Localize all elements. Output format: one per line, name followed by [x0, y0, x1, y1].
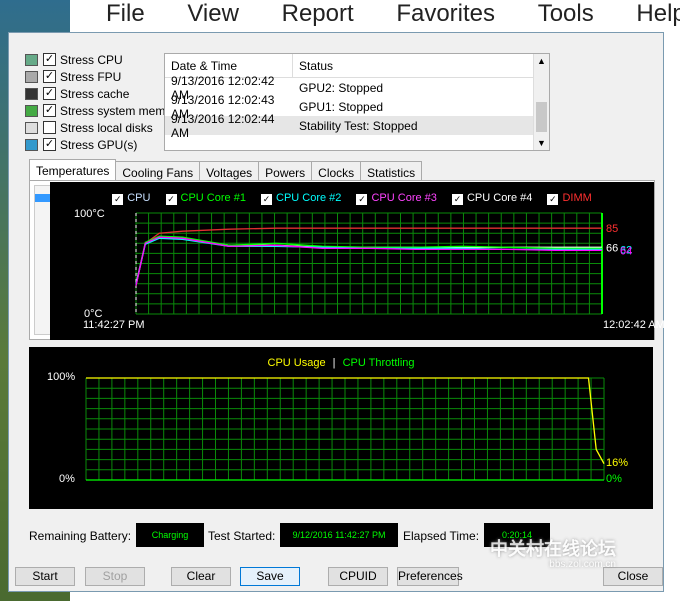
stress-cache-checkbox[interactable]: ✓: [43, 87, 56, 100]
tab-cooling-fans[interactable]: Cooling Fans: [115, 161, 201, 181]
log-status: Stability Test: Stopped: [299, 118, 418, 133]
test-started-value: 9/12/2016 11:42:27 PM: [280, 523, 398, 547]
cpu-usage-chart: CPU Usage | CPU Throttling 100% 0% 16% 0…: [29, 347, 653, 509]
disk-icon: [25, 121, 38, 134]
preferences-button[interactable]: Preferences: [397, 567, 463, 586]
tab-powers[interactable]: Powers: [258, 161, 313, 181]
log-col-status[interactable]: Status: [293, 54, 339, 77]
save-button[interactable]: Save: [240, 567, 300, 586]
stress-disks-label: Stress local disks: [60, 120, 153, 135]
stress-disks-option[interactable]: Stress local disks: [25, 119, 165, 136]
test-started-label: Test Started:: [208, 529, 276, 543]
stress-cpu-option[interactable]: ✓ Stress CPU: [25, 51, 165, 68]
temp-ymax-label: 100°C: [74, 208, 105, 220]
temperature-plot: 8566 6264: [135, 212, 632, 315]
bg-menu-favorites: Favorites: [396, 0, 496, 27]
cpuid-button[interactable]: CPUID: [328, 567, 388, 586]
sensor-tree-selection[interactable]: [35, 194, 51, 202]
bg-menu-file: File: [106, 0, 145, 27]
background-window-edge: [662, 32, 680, 592]
scroll-up-icon[interactable]: ▲: [537, 56, 546, 66]
tab-clocks[interactable]: Clocks: [311, 161, 362, 181]
stress-cache-option[interactable]: ✓ Stress cache: [25, 85, 165, 102]
log-status: GPU1: Stopped: [299, 99, 384, 114]
watermark-main: 中关村在线论坛: [490, 539, 616, 559]
bg-menu-tools: Tools: [537, 0, 594, 27]
usage-end-label: 16%: [606, 457, 629, 469]
stress-options: ✓ Stress CPU ✓ Stress FPU ✓ Stress cache…: [25, 51, 165, 153]
gpu-icon: [25, 138, 38, 151]
log-date: 9/13/2016 12:02:44 AM: [171, 111, 275, 140]
tab-temperatures[interactable]: Temperatures: [29, 159, 117, 181]
bg-menu-help: Help: [636, 0, 680, 27]
usage-ymax-label: 100%: [47, 371, 76, 383]
end-value-label: 85: [606, 223, 618, 235]
temperature-chart: ✓ CPU ✓ CPU Core #1 ✓ CPU Core #2 ✓ CPU Core…: [50, 182, 665, 340]
stop-button[interactable]: Stop: [85, 567, 145, 586]
tab-voltages[interactable]: Voltages: [199, 161, 260, 181]
cache-icon: [25, 87, 38, 100]
stress-memory-label: Stress system mem: [60, 103, 166, 118]
sensor-tabs: Temperatures Cooling Fans Voltages Power…: [29, 159, 423, 181]
log-row[interactable]: 9/13/2016 12:02:44 AM Stability Test: St…: [165, 112, 549, 140]
scroll-thumb[interactable]: [536, 102, 547, 132]
series-line: [135, 236, 602, 284]
stress-cpu-label: Stress CPU: [60, 52, 123, 67]
stress-disks-checkbox[interactable]: [43, 121, 56, 134]
bg-menu-report: Report: [281, 0, 354, 27]
series-line: [135, 236, 602, 286]
cpu-icon: [25, 53, 38, 66]
stress-memory-option[interactable]: ✓ Stress system mem: [25, 102, 165, 119]
background-window-menubar: File View Report Favorites Tools Help: [70, 0, 680, 32]
clear-button[interactable]: Clear: [171, 567, 231, 586]
stress-gpu-checkbox[interactable]: ✓: [43, 138, 56, 151]
bg-menu-view: View: [187, 0, 239, 27]
button-bar: Start Stop Clear Save CPUID Preferences …: [15, 567, 665, 587]
fpu-icon: [25, 70, 38, 83]
system-stability-test-window: ✓ Stress CPU ✓ Stress FPU ✓ Stress cache…: [8, 32, 665, 592]
stress-gpu-label: Stress GPU(s): [60, 137, 138, 152]
battery-label: Remaining Battery:: [29, 529, 132, 543]
stress-cpu-checkbox[interactable]: ✓: [43, 53, 56, 66]
status-log-list[interactable]: Date & Time Status 9/13/2016 12:02:42 AM…: [164, 53, 550, 151]
watermark-sub: bbs.zol.com.cn: [549, 559, 616, 570]
temp-xend-label: 12:02:42 AM: [603, 319, 665, 331]
elapsed-time-label: Elapsed Time:: [403, 529, 480, 543]
stress-fpu-option[interactable]: ✓ Stress FPU: [25, 68, 165, 85]
usage-ymin-label: 0%: [59, 473, 75, 485]
series-line: [135, 227, 602, 286]
stress-gpu-option[interactable]: ✓ Stress GPU(s): [25, 136, 165, 153]
scroll-down-icon[interactable]: ▼: [537, 138, 546, 148]
log-status: GPU2: Stopped: [299, 80, 384, 95]
series-line: [135, 237, 602, 285]
stress-cache-label: Stress cache: [60, 86, 130, 101]
usage-plot: [85, 377, 605, 481]
watermark-logo: 中关村在线论坛 bbs.zol.com.cn: [490, 535, 616, 570]
stress-memory-checkbox[interactable]: ✓: [43, 104, 56, 117]
log-scrollbar[interactable]: ▲ ▼: [533, 54, 549, 150]
end-value-label: 64: [620, 245, 632, 257]
stress-fpu-checkbox[interactable]: ✓: [43, 70, 56, 83]
stress-fpu-label: Stress FPU: [60, 69, 122, 84]
temp-xstart-label: 11:42:27 PM: [83, 319, 145, 331]
start-button[interactable]: Start: [15, 567, 75, 586]
memory-icon: [25, 104, 38, 117]
throttle-end-label: 0%: [606, 473, 622, 485]
tab-statistics[interactable]: Statistics: [360, 161, 423, 181]
end-value-label: 66: [606, 242, 618, 254]
battery-value: Charging: [136, 523, 204, 547]
